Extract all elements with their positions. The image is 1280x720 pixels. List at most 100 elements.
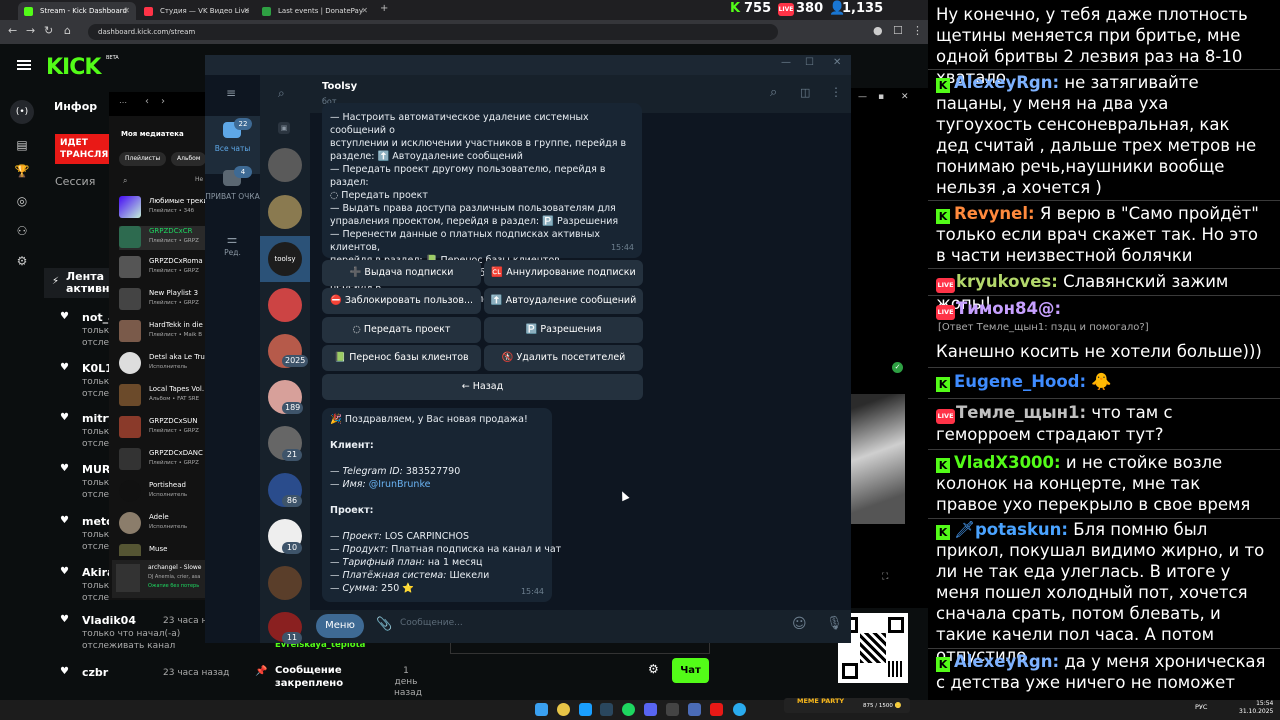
auto-delete-button[interactable]: ⬆️ Автоудаление сообщений [484, 288, 643, 314]
emoji-icon[interactable]: ☺ [792, 616, 807, 632]
avatar[interactable] [268, 288, 302, 322]
forward-icon[interactable]: → [26, 24, 35, 37]
chip-albums[interactable]: Альбом [171, 152, 207, 166]
telegram-icon[interactable] [733, 703, 746, 716]
chat-send-button[interactable]: Чат [672, 658, 709, 683]
library-item[interactable]: GRPZDCxRoma Плейлист • GRPZ [119, 256, 217, 280]
tab-donatepay[interactable]: Last events | DonatePay ✕ [256, 2, 374, 20]
new-tab-button[interactable]: + [380, 3, 388, 14]
close-icon[interactable]: ✕ [901, 92, 909, 102]
chip-playlists[interactable]: Плейлисты [119, 152, 167, 166]
tab-vk-studio[interactable]: Студия — VK Видео Live ✕ [138, 2, 256, 20]
close-tab-icon[interactable]: ✕ [243, 2, 250, 20]
close-icon[interactable]: ✕ [833, 57, 841, 68]
track-title: archangel - Slowe [148, 564, 202, 571]
now-playing-bar[interactable]: archangel - Slowe DJ Anemia, crier, asa … [112, 560, 216, 598]
fullscreen-icon[interactable]: ⛶ [882, 572, 888, 582]
chat-title[interactable]: Toolsy [322, 81, 357, 92]
permissions-button[interactable]: 🅿️ Разрешения [484, 317, 643, 343]
tab-kick-dashboard[interactable]: Stream - Kick Dashboard ✕ [18, 2, 136, 20]
minimize-icon[interactable]: — [858, 92, 867, 102]
unread-badge: 189 [282, 402, 304, 414]
folder-private[interactable]: 4 ПРИВАТ ОЧКА [205, 164, 260, 222]
clock[interactable]: 15:54 31.10.2025 [1239, 700, 1273, 716]
library-item[interactable]: Любимые треки Плейлист • 34б [119, 196, 217, 220]
chrome-icon[interactable] [557, 703, 570, 716]
username-link[interactable]: @IrunBrunke [366, 479, 431, 490]
library-item[interactable]: Portishead Исполнитель [119, 480, 217, 504]
unread-badge: 4 [234, 166, 252, 178]
attach-icon[interactable]: 📎 [376, 617, 392, 632]
search-icon[interactable]: ⌕ [278, 86, 285, 101]
avatar[interactable] [268, 195, 302, 229]
transfer-project-button[interactable]: ◌ Передать проект [322, 317, 481, 343]
chat-message: K AlexeyRgn: да у меня хроническая с детс… [936, 652, 1266, 692]
library-item[interactable]: Adele Исполнитель [119, 512, 217, 536]
transfer-clients-button[interactable]: 📗 Перенос базы клиентов [322, 345, 481, 371]
sidebar-toggle-icon[interactable]: ◫ [800, 86, 810, 99]
back-icon[interactable]: ‹ [145, 96, 149, 107]
viewer-stats: K 755 LIVE 380 👤 1,135 [728, 0, 928, 20]
sort-label[interactable]: Не [195, 176, 203, 183]
library-item[interactable]: GRPZDCxSUN Плейлист • GRPZ [119, 416, 217, 440]
microphone-icon[interactable]: 🎙 [826, 616, 843, 631]
folder-edit[interactable]: ⚌ Ред. [205, 226, 260, 284]
library-item[interactable]: HardTekk in die Плейлист • Maik B [119, 320, 217, 344]
issue-subscription-button[interactable]: ➕ Выдача подписки [322, 260, 481, 286]
maximize-icon[interactable]: ▪ [878, 92, 884, 102]
more-icon[interactable]: ⋯ [119, 98, 127, 107]
forward-icon[interactable]: › [161, 96, 165, 107]
chat-settings-icon[interactable]: ⚙ [648, 662, 659, 676]
more-icon[interactable]: ⋮ [830, 85, 842, 99]
menu-icon[interactable]: ⋮ [912, 24, 923, 37]
search-icon[interactable]: ⌕ [123, 176, 127, 186]
language-indicator[interactable]: РУС [1195, 703, 1207, 711]
maximize-icon[interactable]: ☐ [805, 57, 814, 68]
avatar-toolsy[interactable]: toolsy [268, 242, 302, 276]
close-tab-icon[interactable]: ✕ [123, 2, 130, 20]
library-item[interactable]: GRPZDCxDANC Плейлист • GRPZ [119, 448, 217, 472]
reload-icon[interactable]: ↻ [44, 24, 53, 37]
library-item[interactable]: Detsl aka Le Tru Исполнитель [119, 352, 217, 376]
avatar[interactable] [268, 148, 302, 182]
minimize-icon[interactable]: — [781, 57, 791, 68]
back-button[interactable]: ← Назад [322, 374, 643, 400]
steam-icon[interactable] [600, 703, 613, 716]
hamburger-menu-icon[interactable] [17, 60, 31, 70]
close-tab-icon[interactable]: ✕ [361, 2, 368, 20]
library-item[interactable]: New Playlist 3 Плейлист • GRPZ [119, 288, 217, 312]
menu-icon[interactable]: ≡ [226, 86, 236, 100]
spotify-icon[interactable] [622, 703, 635, 716]
users-icon[interactable]: ⚇ [14, 224, 30, 240]
live-rail-icon[interactable]: (•) [10, 100, 34, 124]
home-icon[interactable]: ⌂ [64, 24, 71, 37]
message-input[interactable]: Сообщение... [400, 618, 463, 628]
url-input[interactable]: dashboard.kick.com/stream [88, 24, 778, 40]
app-icon[interactable] [710, 703, 723, 716]
avatar[interactable]: ● [873, 24, 883, 37]
app-icon[interactable] [688, 703, 701, 716]
bookmarks-icon[interactable]: ☐ [893, 24, 903, 37]
library-item[interactable]: GRPZDCxCR Плейлист • GRPZ [119, 226, 217, 250]
obs-icon[interactable] [666, 703, 679, 716]
start-icon[interactable] [535, 703, 548, 716]
stats-icon[interactable]: ▤ [14, 138, 30, 154]
back-icon[interactable]: ← [8, 24, 17, 37]
library-item[interactable]: Local Tapes Vol. Альбом • FAT SRE [119, 384, 217, 408]
discord-icon[interactable] [644, 703, 657, 716]
app-icon[interactable] [579, 703, 592, 716]
bot-menu-button[interactable]: Меню [316, 614, 364, 638]
search-icon[interactable]: ⌕ [770, 85, 777, 100]
remove-visitors-button[interactable]: 🚷 Удалить посетителей [484, 345, 643, 371]
camera-icon[interactable]: ◎ [14, 194, 30, 210]
block-user-button[interactable]: ⛔ Заблокировать пользов... [322, 288, 481, 314]
cancel-subscription-button[interactable]: 🆑 Аннулирование подписки [484, 260, 643, 286]
avatar[interactable] [268, 566, 302, 600]
trophy-icon[interactable]: 🏆 [14, 164, 30, 180]
kick-logo[interactable]: KICK [46, 55, 101, 80]
live-status-badge: ИДЕТ ТРАНСЛЯ [55, 134, 111, 164]
beta-label: BETA [106, 55, 119, 61]
archive-icon[interactable]: ▣ [278, 122, 290, 134]
library-item[interactable]: Muse [119, 544, 217, 556]
settings-icon[interactable]: ⚙ [14, 254, 30, 270]
